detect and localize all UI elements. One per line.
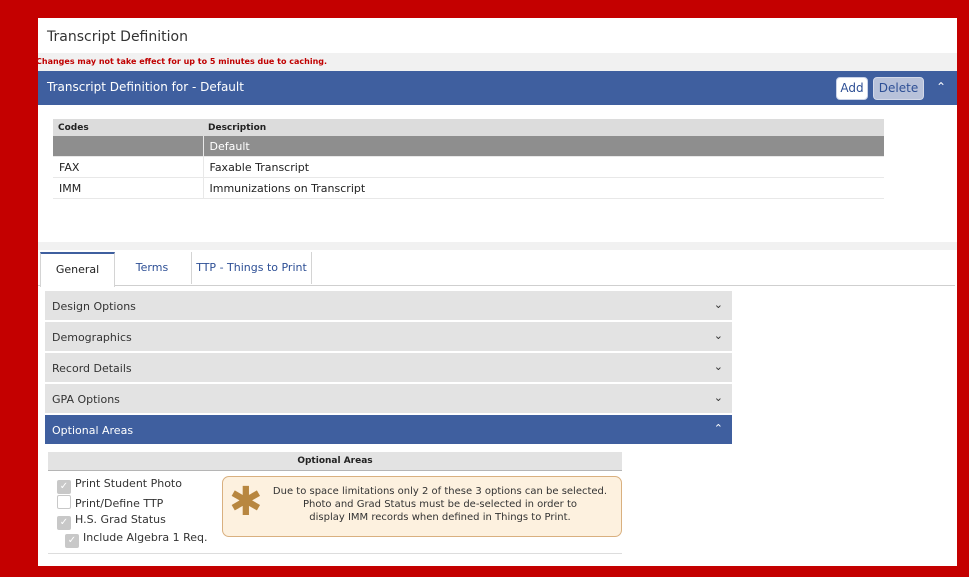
chevron-up-icon[interactable]: ⌃ (936, 80, 946, 94)
checkbox-checked[interactable]: ✓ (57, 516, 71, 530)
table-row[interactable]: IMM Immunizations on Transcript (53, 177, 884, 199)
accordion: Design Options ⌄ Demographics ⌄ Record D… (45, 291, 732, 446)
checkbox-label: Print/Define TTP (75, 497, 164, 510)
checkbox-checked[interactable]: ✓ (57, 480, 71, 494)
accordion-gpa-options[interactable]: GPA Options ⌄ (45, 384, 732, 414)
tab-things-to-print[interactable]: TTP - Things to Print (191, 252, 312, 284)
description-cell: Faxable Transcript (202, 156, 884, 178)
checkbox-label: Include Algebra 1 Req. (83, 531, 208, 544)
divider (48, 553, 622, 554)
codes-table: Codes Description Default FAX Faxable Tr… (53, 119, 884, 199)
accordion-label: Record Details (52, 362, 132, 375)
add-button[interactable]: Add (836, 77, 868, 100)
column-header-codes: Codes (53, 119, 203, 136)
checkbox-checked[interactable]: ✓ (65, 534, 79, 548)
chevron-down-icon: ⌄ (713, 329, 723, 342)
tabs-section: General Terms TTP - Things to Print Desi… (38, 250, 957, 566)
code-cell (53, 136, 203, 157)
checkbox-row-hs-grad-status[interactable]: ✓ H.S. Grad Status (57, 513, 166, 530)
code-cell: FAX (53, 156, 203, 178)
window-frame: Transcript Definition Changes may not ta… (0, 0, 969, 577)
accordion-optional-areas[interactable]: Optional Areas ⌃ (45, 415, 732, 445)
description-cell: Default (202, 136, 884, 157)
accordion-record-details[interactable]: Record Details ⌄ (45, 353, 732, 383)
table-row[interactable]: FAX Faxable Transcript (53, 156, 884, 178)
note-text: Due to space limitations only 2 of these… (265, 485, 615, 524)
chevron-down-icon: ⌄ (713, 360, 723, 373)
panel-title: Transcript Definition for - Default (47, 80, 244, 94)
tab-divider (38, 285, 955, 286)
accordion-label: Design Options (52, 300, 136, 313)
title-bar: Transcript Definition (38, 18, 957, 53)
checkbox-row-include-algebra[interactable]: ✓ Include Algebra 1 Req. (65, 531, 208, 548)
accordion-label: Optional Areas (52, 424, 134, 437)
checkbox-row-print-define-ttp[interactable]: Print/Define TTP (57, 495, 163, 510)
delete-button[interactable]: Delete (873, 77, 924, 100)
accordion-design-options[interactable]: Design Options ⌄ (45, 291, 732, 321)
accordion-demographics[interactable]: Demographics ⌄ (45, 322, 732, 352)
note-line: Due to space limitations only 2 of these… (272, 486, 608, 497)
space-limitation-note: ✱ Due to space limitations only 2 of the… (222, 476, 622, 537)
checkbox-unchecked[interactable] (57, 495, 71, 509)
tab-terms[interactable]: Terms (115, 252, 189, 284)
chevron-up-icon: ⌃ (713, 422, 723, 435)
optional-areas-panel: Optional Areas ✓ Print Student Photo Prin… (48, 452, 622, 566)
cache-warning: Changes may not take effect for up to 5 … (38, 57, 328, 66)
page-content: Transcript Definition Changes may not ta… (38, 18, 957, 566)
panel-header: Transcript Definition for - Default Add … (38, 71, 957, 105)
checkbox-label: H.S. Grad Status (75, 513, 166, 526)
note-line: display IMM records when defined in Thin… (309, 512, 571, 523)
codes-section: Codes Description Default FAX Faxable Tr… (38, 105, 957, 242)
chevron-down-icon: ⌄ (713, 391, 723, 404)
code-cell: IMM (53, 177, 203, 199)
accordion-label: Demographics (52, 331, 132, 344)
asterisk-icon: ✱ (229, 479, 263, 525)
description-cell: Immunizations on Transcript (202, 177, 884, 199)
optional-areas-header: Optional Areas (48, 452, 622, 471)
accordion-label: GPA Options (52, 393, 120, 406)
table-row[interactable]: Default (53, 136, 884, 157)
tab-general[interactable]: General (40, 252, 115, 287)
checkbox-row-print-student-photo[interactable]: ✓ Print Student Photo (57, 477, 182, 494)
column-header-description: Description (203, 119, 884, 136)
chevron-down-icon: ⌄ (713, 298, 723, 311)
page-title: Transcript Definition (47, 29, 188, 45)
checkbox-label: Print Student Photo (75, 477, 182, 490)
note-line: Photo and Grad Status must be de-selecte… (303, 499, 577, 510)
